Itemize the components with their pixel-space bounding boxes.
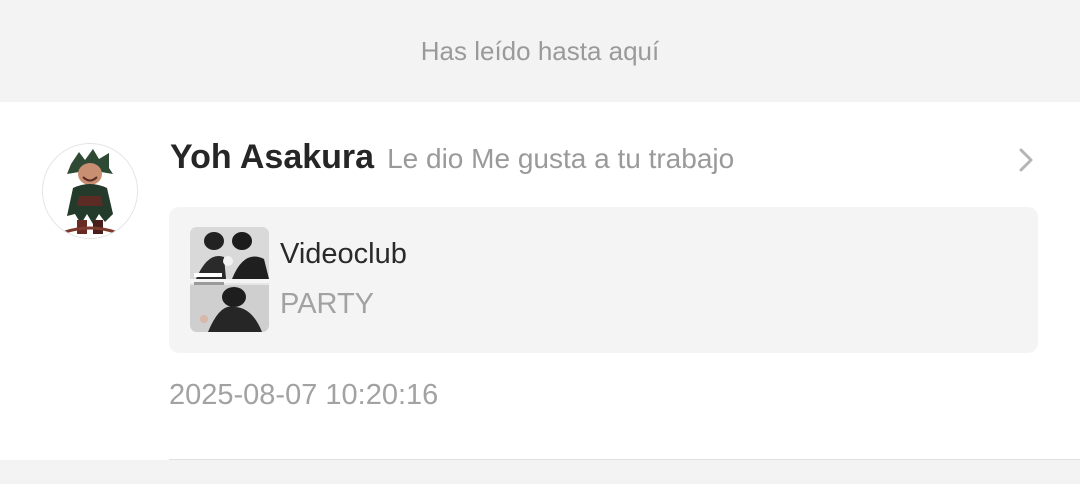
work-title: Videoclub xyxy=(280,238,407,270)
work-thumbnail[interactable] xyxy=(190,227,269,332)
thumbnail-image xyxy=(190,227,269,332)
notification-timestamp: 2025-08-07 10:20:16 xyxy=(169,379,439,411)
user-avatar[interactable] xyxy=(42,143,138,239)
notification-text: Yoh Asakura Le dio Me gusta a tu trabajo xyxy=(170,138,734,186)
work-subtitle: PARTY xyxy=(280,288,375,320)
divider xyxy=(169,459,1080,460)
chevron-right-icon[interactable] xyxy=(1013,147,1039,173)
read-marker: Has leído hasta aquí xyxy=(0,0,1080,102)
user-name-link[interactable]: Yoh Asakura xyxy=(170,138,374,177)
liked-work-card[interactable] xyxy=(169,207,1038,353)
action-text: Le dio Me gusta a tu trabajo xyxy=(387,143,735,174)
avatar-image xyxy=(43,144,137,238)
read-marker-text: Has leído hasta aquí xyxy=(420,35,660,66)
